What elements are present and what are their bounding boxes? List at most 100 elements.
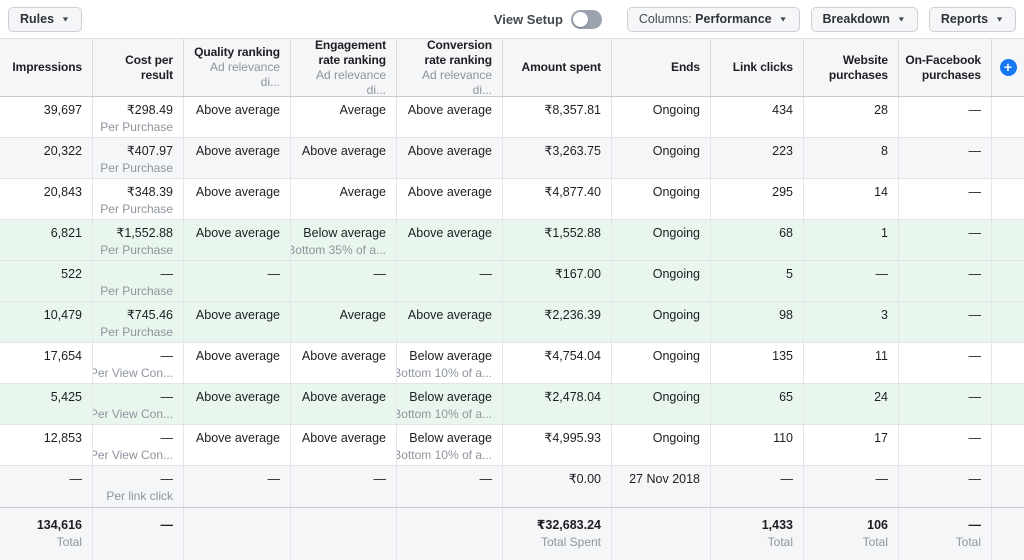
- add-column-spacer: [992, 384, 1024, 424]
- reports-button[interactable]: Reports ▼: [929, 7, 1016, 32]
- add-column-button[interactable]: +: [992, 39, 1024, 96]
- cell-cost-per-result: —Per View Con...: [93, 343, 184, 383]
- cell-impressions: 5,425: [0, 384, 93, 424]
- cell-cost-per-result: —Per View Con...: [93, 425, 184, 465]
- cell-engagement-rate-ranking: Above average: [291, 343, 397, 383]
- cell-engagement-rate-ranking: Below averageBottom 35% of a...: [291, 220, 397, 260]
- chevron-down-icon: ▼: [779, 15, 788, 23]
- cell-quality-ranking: Above average: [184, 384, 291, 424]
- columns-button-value: Performance: [695, 12, 771, 26]
- column-header-quality-ranking[interactable]: Quality rankingAd relevance di...: [184, 39, 291, 96]
- toggle-knob: [573, 12, 588, 27]
- cell-on-facebook-purchases: —: [899, 384, 992, 424]
- cell-conversion-rate-ranking: —: [397, 466, 503, 507]
- column-header-cost-per-result[interactable]: Cost per result: [93, 39, 184, 96]
- table-row[interactable]: 17,654—Per View Con...Above averageAbove…: [0, 343, 1024, 384]
- total-amount-spent: ₹32,683.24Total Spent: [503, 508, 612, 560]
- table-header: Impressions Cost per result Quality rank…: [0, 39, 1024, 97]
- column-header-impressions[interactable]: Impressions: [0, 39, 93, 96]
- cell-amount-spent: ₹3,263.75: [503, 138, 612, 178]
- column-header-engagement-rate-ranking[interactable]: Engagement rate rankingAd relevance di..…: [291, 39, 397, 96]
- columns-button-prefix: Columns:: [639, 12, 692, 26]
- cell-amount-spent: ₹4,995.93: [503, 425, 612, 465]
- cell-website-purchases: 11: [804, 343, 899, 383]
- cell-quality-ranking: Above average: [184, 425, 291, 465]
- cell-website-purchases: 24: [804, 384, 899, 424]
- cell-ends: Ongoing: [612, 425, 711, 465]
- view-setup-toggle[interactable]: [571, 10, 602, 29]
- column-header-on-facebook-purchases[interactable]: On-Facebook purchases: [899, 39, 992, 96]
- cell-website-purchases: 1: [804, 220, 899, 260]
- cell-conversion-rate-ranking: Below averageBottom 10% of a...: [397, 384, 503, 424]
- table-row[interactable]: 522—Per Purchase———₹167.00Ongoing5——: [0, 261, 1024, 302]
- cell-engagement-rate-ranking: Average: [291, 97, 397, 137]
- cell-conversion-rate-ranking: Below averageBottom 10% of a...: [397, 343, 503, 383]
- add-column-spacer: [992, 466, 1024, 507]
- cell-on-facebook-purchases: —: [899, 425, 992, 465]
- cell-amount-spent: ₹167.00: [503, 261, 612, 301]
- breakdown-button-label: Breakdown: [823, 12, 890, 26]
- cell-link-clicks: 68: [711, 220, 804, 260]
- cell-engagement-rate-ranking: Average: [291, 179, 397, 219]
- cell-impressions: 17,654: [0, 343, 93, 383]
- plus-icon: +: [1000, 59, 1017, 76]
- reports-button-label: Reports: [941, 12, 988, 26]
- toolbar-right-group: View Setup Columns: Performance ▼ Breakd…: [494, 7, 1016, 32]
- cell-impressions: 10,479: [0, 302, 93, 342]
- add-column-spacer: [992, 97, 1024, 137]
- columns-button[interactable]: Columns: Performance ▼: [627, 7, 800, 32]
- cell-ends: Ongoing: [612, 138, 711, 178]
- table-row[interactable]: 10,479₹745.46Per PurchaseAbove averageAv…: [0, 302, 1024, 343]
- cell-link-clicks: 135: [711, 343, 804, 383]
- cell-on-facebook-purchases: —: [899, 220, 992, 260]
- cell-link-clicks: 223: [711, 138, 804, 178]
- cell-quality-ranking: Above average: [184, 179, 291, 219]
- cell-cost-per-result: ₹298.49Per Purchase: [93, 97, 184, 137]
- cell-on-facebook-purchases: —: [899, 179, 992, 219]
- cell-conversion-rate-ranking: Above average: [397, 97, 503, 137]
- column-header-website-purchases[interactable]: Website purchases: [804, 39, 899, 96]
- total-link-clicks: 1,433Total: [711, 508, 804, 560]
- table-row[interactable]: 20,322₹407.97Per PurchaseAbove averageAb…: [0, 138, 1024, 179]
- toolbar: Rules ▼ View Setup Columns: Performance …: [0, 0, 1024, 38]
- cell-quality-ranking: Above average: [184, 97, 291, 137]
- cell-website-purchases: —: [804, 261, 899, 301]
- cell-link-clicks: 110: [711, 425, 804, 465]
- cell-link-clicks: 65: [711, 384, 804, 424]
- cell-website-purchases: —: [804, 466, 899, 507]
- column-header-amount-spent[interactable]: Amount spent: [503, 39, 612, 96]
- cell-engagement-rate-ranking: —: [291, 466, 397, 507]
- cell-cost-per-result: —Per Purchase: [93, 261, 184, 301]
- cell-website-purchases: 8: [804, 138, 899, 178]
- chevron-down-icon: ▼: [61, 15, 70, 23]
- table-row[interactable]: ——Per link click———₹0.0027 Nov 2018———: [0, 466, 1024, 507]
- table-row[interactable]: 6,821₹1,552.88Per PurchaseAbove averageB…: [0, 220, 1024, 261]
- total-website-purchases: 106Total: [804, 508, 899, 560]
- table-row[interactable]: 12,853—Per View Con...Above averageAbove…: [0, 425, 1024, 466]
- cell-on-facebook-purchases: —: [899, 97, 992, 137]
- chevron-down-icon: ▼: [995, 15, 1004, 23]
- add-column-spacer: [992, 179, 1024, 219]
- table-row[interactable]: 5,425—Per View Con...Above averageAbove …: [0, 384, 1024, 425]
- table-row[interactable]: 39,697₹298.49Per PurchaseAbove averageAv…: [0, 97, 1024, 138]
- cell-conversion-rate-ranking: —: [397, 261, 503, 301]
- cell-amount-spent: ₹8,357.81: [503, 97, 612, 137]
- breakdown-button[interactable]: Breakdown ▼: [811, 7, 918, 32]
- cell-conversion-rate-ranking: Above average: [397, 138, 503, 178]
- column-header-conversion-rate-ranking[interactable]: Conversion rate rankingAd relevance di..…: [397, 39, 503, 96]
- column-header-link-clicks[interactable]: Link clicks: [711, 39, 804, 96]
- add-column-spacer: [992, 138, 1024, 178]
- cell-on-facebook-purchases: —: [899, 261, 992, 301]
- column-header-ends[interactable]: Ends: [612, 39, 711, 96]
- table-body: 39,697₹298.49Per PurchaseAbove averageAv…: [0, 97, 1024, 507]
- rules-button[interactable]: Rules ▼: [8, 7, 82, 32]
- cell-conversion-rate-ranking: Above average: [397, 220, 503, 260]
- cell-cost-per-result: —Per View Con...: [93, 384, 184, 424]
- cell-ends: Ongoing: [612, 343, 711, 383]
- cell-amount-spent: ₹0.00: [503, 466, 612, 507]
- table-row[interactable]: 20,843₹348.39Per PurchaseAbove averageAv…: [0, 179, 1024, 220]
- cell-link-clicks: 5: [711, 261, 804, 301]
- add-column-spacer: [992, 302, 1024, 342]
- add-column-spacer: [992, 425, 1024, 465]
- cell-impressions: 39,697: [0, 97, 93, 137]
